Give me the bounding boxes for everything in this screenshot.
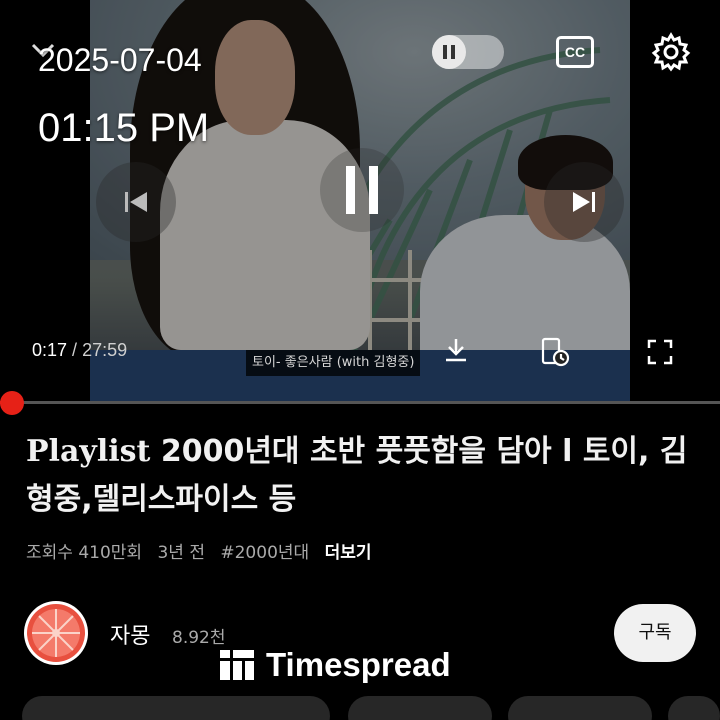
timespread-logo-icon: [220, 650, 254, 680]
autoplay-toggle[interactable]: [432, 35, 504, 69]
video-meta[interactable]: 조회수 410만회 3년 전 #2000년대 더보기: [26, 538, 382, 563]
more-button[interactable]: 더보기: [325, 543, 372, 563]
remix-chip[interactable]: [508, 696, 652, 720]
next-button[interactable]: [544, 162, 624, 242]
duration: 27:59: [82, 340, 128, 360]
subscriber-count: 8.92천: [172, 628, 226, 648]
timecode: 0:17 / 27:59: [32, 340, 127, 361]
like-dislike-chip[interactable]: [22, 696, 330, 720]
pause-icon: [346, 166, 378, 214]
video-caption: 토이- 좋은사람 (with 김형중): [246, 350, 421, 376]
share-chip[interactable]: [348, 696, 492, 720]
play-pause-button[interactable]: [320, 148, 404, 232]
progress-scrubber[interactable]: [0, 391, 24, 415]
watermark-text: Timespread: [266, 646, 451, 683]
pause-icon: [432, 35, 466, 69]
download-icon[interactable]: [442, 336, 470, 364]
video-title[interactable]: Playlist 2000년대 초반 풋풋함을 담아 l 토이, 김형중,델리스…: [26, 428, 706, 524]
previous-button[interactable]: [96, 162, 176, 242]
current-time: 0:17: [32, 340, 68, 360]
grapefruit-icon: [27, 604, 85, 662]
saved-clock-icon[interactable]: [540, 336, 570, 368]
hashtag[interactable]: #2000년대: [220, 543, 309, 563]
previous-icon: [125, 192, 147, 212]
view-count: 조회수 410만회: [26, 543, 143, 563]
subscribe-button[interactable]: 구독: [614, 604, 696, 662]
upload-age: 3년 전: [157, 543, 205, 563]
download-chip[interactable]: [668, 696, 720, 720]
fullscreen-icon[interactable]: [646, 338, 674, 366]
date-overlay: 2025-07-04: [38, 42, 202, 78]
cc-icon[interactable]: CC: [556, 36, 594, 68]
next-icon: [573, 192, 595, 212]
channel-avatar[interactable]: [24, 601, 88, 665]
progress-bar[interactable]: [0, 401, 720, 404]
title-prefix: Playlist: [26, 434, 151, 469]
channel-name[interactable]: 자몽: [110, 618, 150, 650]
time-overlay: 01:15 PM: [38, 106, 210, 150]
time-separator: /: [67, 340, 83, 360]
gear-icon[interactable]: [650, 31, 692, 73]
watermark: Timespread: [220, 646, 451, 684]
video-player[interactable]: 2025-07-04 01:15 PM CC 0:17 / 27:59 토이- …: [0, 0, 720, 402]
